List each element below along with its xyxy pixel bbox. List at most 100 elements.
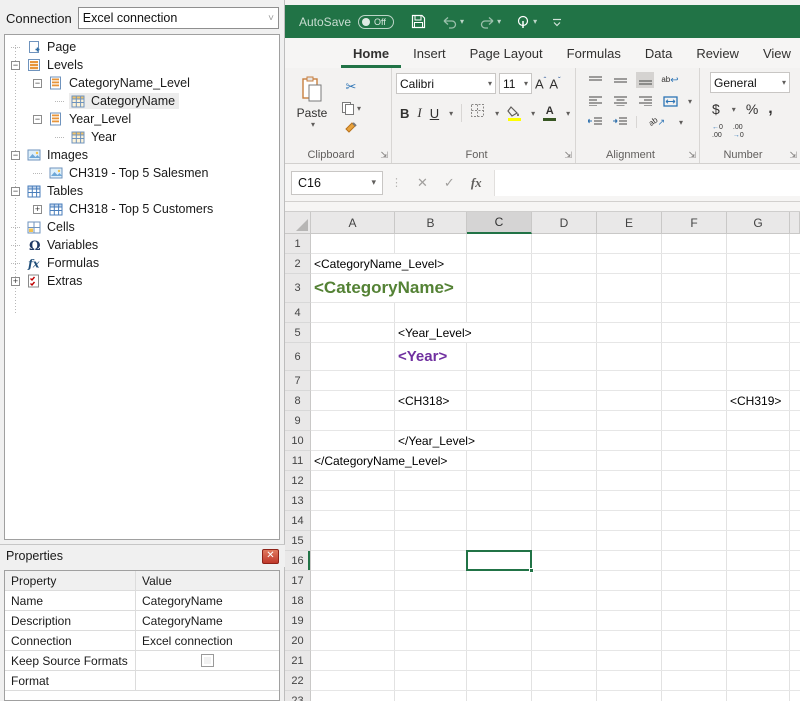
tree-item[interactable]: −CategoryName_Level	[5, 74, 279, 92]
column-header-C[interactable]: C	[467, 212, 532, 234]
cell-A3[interactable]: <CategoryName>	[312, 274, 456, 302]
collapse-icon[interactable]: −	[33, 79, 42, 88]
insert-function-icon[interactable]: fx	[471, 175, 482, 191]
decrease-indent-icon[interactable]	[586, 114, 604, 130]
properties-row[interactable]: DescriptionCategoryName	[5, 611, 279, 631]
row-header-6[interactable]: 6	[285, 343, 311, 371]
row-header-21[interactable]: 21	[285, 651, 311, 671]
underline-dropdown-icon[interactable]: ▾	[449, 109, 453, 118]
touch-mode-dropdown-icon[interactable]: ▾	[533, 17, 537, 26]
undo-icon[interactable]: ▾	[441, 15, 464, 29]
undo-dropdown-icon[interactable]: ▾	[460, 17, 464, 26]
tab-view[interactable]: View	[751, 40, 800, 68]
tab-insert[interactable]: Insert	[401, 40, 458, 68]
row-header-9[interactable]: 9	[285, 411, 311, 431]
clipboard-dialog-launcher-icon[interactable]: ⇲	[380, 150, 388, 161]
row-header-17[interactable]: 17	[285, 571, 311, 591]
grid-row-cells[interactable]	[311, 371, 800, 391]
connection-dropdown[interactable]: Excel connection ˅	[78, 7, 279, 29]
grid-row-cells[interactable]	[311, 591, 800, 611]
currency-dropdown-icon[interactable]: ▾	[732, 105, 736, 114]
select-all-corner[interactable]	[285, 212, 311, 234]
decrease-font-size-icon[interactable]: Aˇ	[549, 76, 560, 91]
grid-row-cells[interactable]: <CategoryName>	[311, 274, 800, 303]
row-header-19[interactable]: 19	[285, 611, 311, 631]
grid-row-cells[interactable]	[311, 611, 800, 631]
font-color-dropdown-icon[interactable]: ▾	[566, 109, 570, 118]
tree-item-inner[interactable]: fxFormulas	[25, 255, 103, 271]
wrap-text-icon[interactable]: ab↩	[661, 72, 679, 88]
top-align-icon[interactable]	[586, 72, 604, 88]
column-header-B[interactable]: B	[395, 212, 467, 234]
customize-toolbar-icon[interactable]	[551, 16, 563, 28]
tree-item[interactable]: fxFormulas	[5, 254, 279, 272]
currency-format-icon[interactable]: $	[712, 101, 720, 117]
borders-dropdown-icon[interactable]: ▾	[495, 109, 499, 118]
row-header-5[interactable]: 5	[285, 323, 311, 343]
autosave-toggle[interactable]: AutoSave Off	[299, 15, 394, 29]
expand-icon[interactable]: +	[11, 277, 20, 286]
tab-home[interactable]: Home	[341, 40, 401, 68]
grid-row-cells[interactable]: <CategoryName_Level>	[311, 254, 800, 274]
increase-indent-icon[interactable]	[611, 114, 629, 130]
cell-G8[interactable]: <CH319>	[728, 391, 783, 410]
properties-row[interactable]: Format	[5, 671, 279, 691]
tree-item[interactable]: Year	[5, 128, 279, 146]
number-dialog-launcher-icon[interactable]: ⇲	[789, 150, 797, 161]
column-header-A[interactable]: A	[311, 212, 395, 234]
row-header-14[interactable]: 14	[285, 511, 311, 531]
collapse-icon[interactable]: −	[11, 187, 20, 196]
redo-dropdown-icon[interactable]: ▾	[497, 17, 501, 26]
properties-row[interactable]: ConnectionExcel connection	[5, 631, 279, 651]
alignment-dialog-launcher-icon[interactable]: ⇲	[688, 150, 696, 161]
row-header-12[interactable]: 12	[285, 471, 311, 491]
increase-font-size-icon[interactable]: Aˆ	[535, 76, 546, 91]
row-header-13[interactable]: 13	[285, 491, 311, 511]
row-header-18[interactable]: 18	[285, 591, 311, 611]
row-header-16[interactable]: 16	[285, 551, 311, 571]
column-header-D[interactable]: D	[532, 212, 597, 234]
align-left-icon[interactable]	[586, 93, 604, 109]
paste-dropdown-icon[interactable]: ▾	[311, 120, 315, 129]
tree-item-inner[interactable]: ΩVariables	[25, 237, 102, 253]
row-header-1[interactable]: 1	[285, 234, 311, 254]
row-header-23[interactable]: 23	[285, 691, 311, 701]
font-name-dropdown[interactable]: Calibri ▾	[396, 73, 496, 94]
tree-item-inner[interactable]: CategoryName	[69, 93, 179, 109]
grid-row-cells[interactable]	[311, 551, 800, 571]
tree-item[interactable]: Page	[5, 38, 279, 56]
row-header-11[interactable]: 11	[285, 451, 311, 471]
merge-center-icon[interactable]	[661, 93, 679, 109]
bold-button[interactable]: B	[400, 106, 409, 121]
properties-row[interactable]: NameCategoryName	[5, 591, 279, 611]
tree-item-inner[interactable]: Page	[25, 39, 80, 55]
fill-color-dropdown-icon[interactable]: ▾	[531, 109, 535, 118]
row-header-22[interactable]: 22	[285, 671, 311, 691]
collapse-icon[interactable]: −	[11, 61, 20, 70]
grid-row-cells[interactable]: </CategoryName_Level>	[311, 451, 800, 471]
collapse-icon[interactable]: −	[11, 151, 20, 160]
tab-review[interactable]: Review	[684, 40, 751, 68]
tree-item[interactable]: ΩVariables	[5, 236, 279, 254]
fill-handle[interactable]	[529, 568, 534, 573]
increase-decimal-icon[interactable]: ←0.00	[712, 124, 723, 141]
name-box[interactable]: C16 ▾	[291, 171, 383, 195]
column-header-E[interactable]: E	[597, 212, 662, 234]
format-painter-icon[interactable]	[341, 121, 361, 135]
grid-row-cells[interactable]	[311, 571, 800, 591]
row-header-20[interactable]: 20	[285, 631, 311, 651]
number-format-dropdown[interactable]: General ▾	[710, 72, 790, 93]
tab-page-layout[interactable]: Page Layout	[458, 40, 555, 68]
tree-item-inner[interactable]: Levels	[25, 57, 87, 73]
tree-item[interactable]: CH319 - Top 5 Salesmen	[5, 164, 279, 182]
column-header-G[interactable]: G	[727, 212, 790, 234]
selected-cell-C16[interactable]	[466, 550, 532, 571]
grid-row-cells[interactable]	[311, 471, 800, 491]
underline-button[interactable]: U	[430, 106, 439, 121]
grid-row-cells[interactable]	[311, 491, 800, 511]
borders-icon[interactable]	[470, 103, 485, 123]
italic-button[interactable]: I	[417, 105, 421, 121]
column-header-F[interactable]: F	[662, 212, 727, 234]
grid-row-cells[interactable]	[311, 234, 800, 254]
cell-A11[interactable]: </CategoryName_Level>	[312, 451, 449, 470]
